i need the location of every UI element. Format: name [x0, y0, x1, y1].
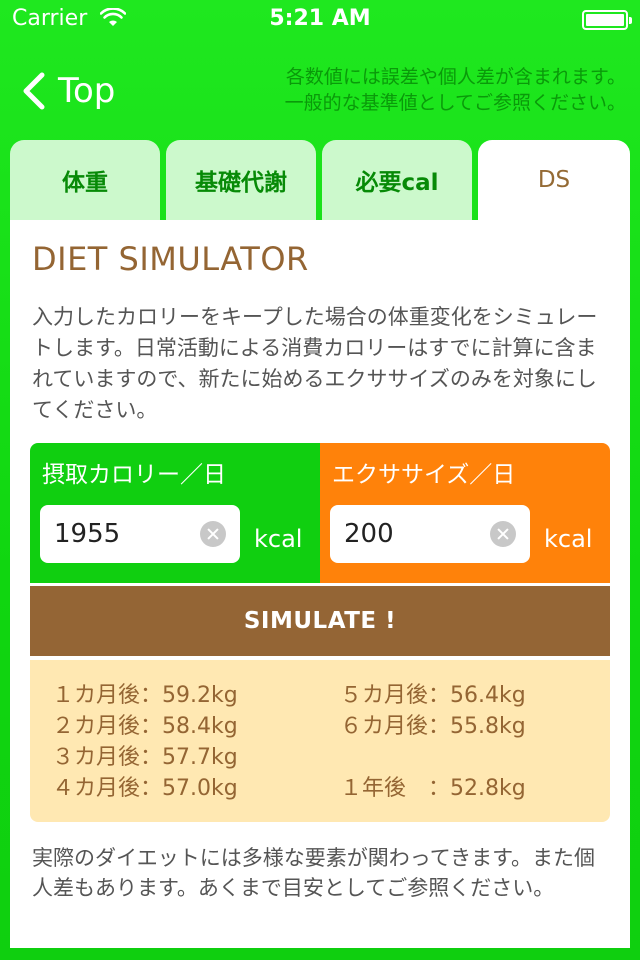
clear-exercise-icon[interactable] [490, 521, 516, 547]
status-time: 5:21 AM [269, 6, 371, 31]
result-month-6: ６カ月後：55.8kg [340, 714, 526, 739]
results-column-right: ５カ月後：56.4kg ６カ月後：55.8kg １年後 ：52.8kg [340, 680, 526, 804]
battery-icon [582, 10, 632, 30]
exercise-unit: kcal [544, 525, 593, 553]
clear-intake-icon[interactable] [200, 521, 226, 547]
input-panel: 摂取カロリー／日 1955 kcal エクササイズ／日 200 kcal [30, 443, 610, 583]
exercise-value: 200 [344, 519, 394, 549]
intake-calorie-input[interactable]: 1955 [40, 505, 240, 563]
result-month-4: ４カ月後：57.0kg [52, 776, 238, 801]
tab-basal-metabolism[interactable]: 基礎代謝 [166, 140, 316, 220]
exercise-calorie-input[interactable]: 200 [330, 505, 530, 563]
back-label: Top [58, 71, 116, 111]
tab-required-calories[interactable]: 必要cal [322, 140, 472, 220]
results-column-left: １カ月後：59.2kg ２カ月後：58.4kg ３カ月後：57.7kg ４カ月後… [52, 680, 238, 804]
result-year-1: １年後 ：52.8kg [340, 776, 526, 801]
result-month-1: １カ月後：59.2kg [52, 683, 238, 708]
notice-line-2: 一般的な基準値としてご参照ください。 [284, 92, 626, 114]
back-button[interactable]: Top [20, 68, 115, 114]
simulate-button[interactable]: SIMULATE ! [30, 586, 610, 656]
intake-label: 摂取カロリー／日 [42, 462, 226, 488]
status-bar: Carrier 5:21 AM [0, 0, 640, 40]
tab-bar: 体重 基礎代謝 必要cal DS [10, 140, 630, 220]
result-month-3: ３カ月後：57.7kg [52, 745, 238, 770]
exercise-label: エクササイズ／日 [332, 462, 516, 488]
tab-diet-simulator[interactable]: DS [478, 140, 630, 220]
intake-section: 摂取カロリー／日 1955 kcal [30, 443, 320, 583]
tab-weight[interactable]: 体重 [10, 140, 160, 220]
result-month-5: ５カ月後：56.4kg [340, 683, 526, 708]
page-title: DIET SIMULATOR [32, 240, 309, 278]
results-panel: １カ月後：59.2kg ２カ月後：58.4kg ３カ月後：57.7kg ４カ月後… [30, 660, 610, 822]
result-month-2: ２カ月後：58.4kg [52, 714, 238, 739]
description-text: 入力したカロリーをキープした場合の体重変化をシミュレートします。日常活動による消… [32, 305, 598, 422]
notice-line-1: 各数値には誤差や個人差が含まれます。 [285, 66, 626, 88]
accuracy-notice: 各数値には誤差や個人差が含まれます。 一般的な基準値としてご参照ください。 [226, 64, 626, 116]
content-card: DIET SIMULATOR 入力したカロリーをキープした場合の体重変化をシミュ… [10, 220, 630, 948]
exercise-section: エクササイズ／日 200 kcal [320, 443, 610, 583]
chevron-left-icon [23, 72, 45, 110]
result-empty [340, 742, 526, 773]
intake-unit: kcal [254, 525, 303, 553]
intake-value: 1955 [54, 519, 121, 549]
disclaimer-text: 実際のダイエットには多様な要素が関わってきます。また個人差もあります。あくまで目… [32, 846, 596, 900]
